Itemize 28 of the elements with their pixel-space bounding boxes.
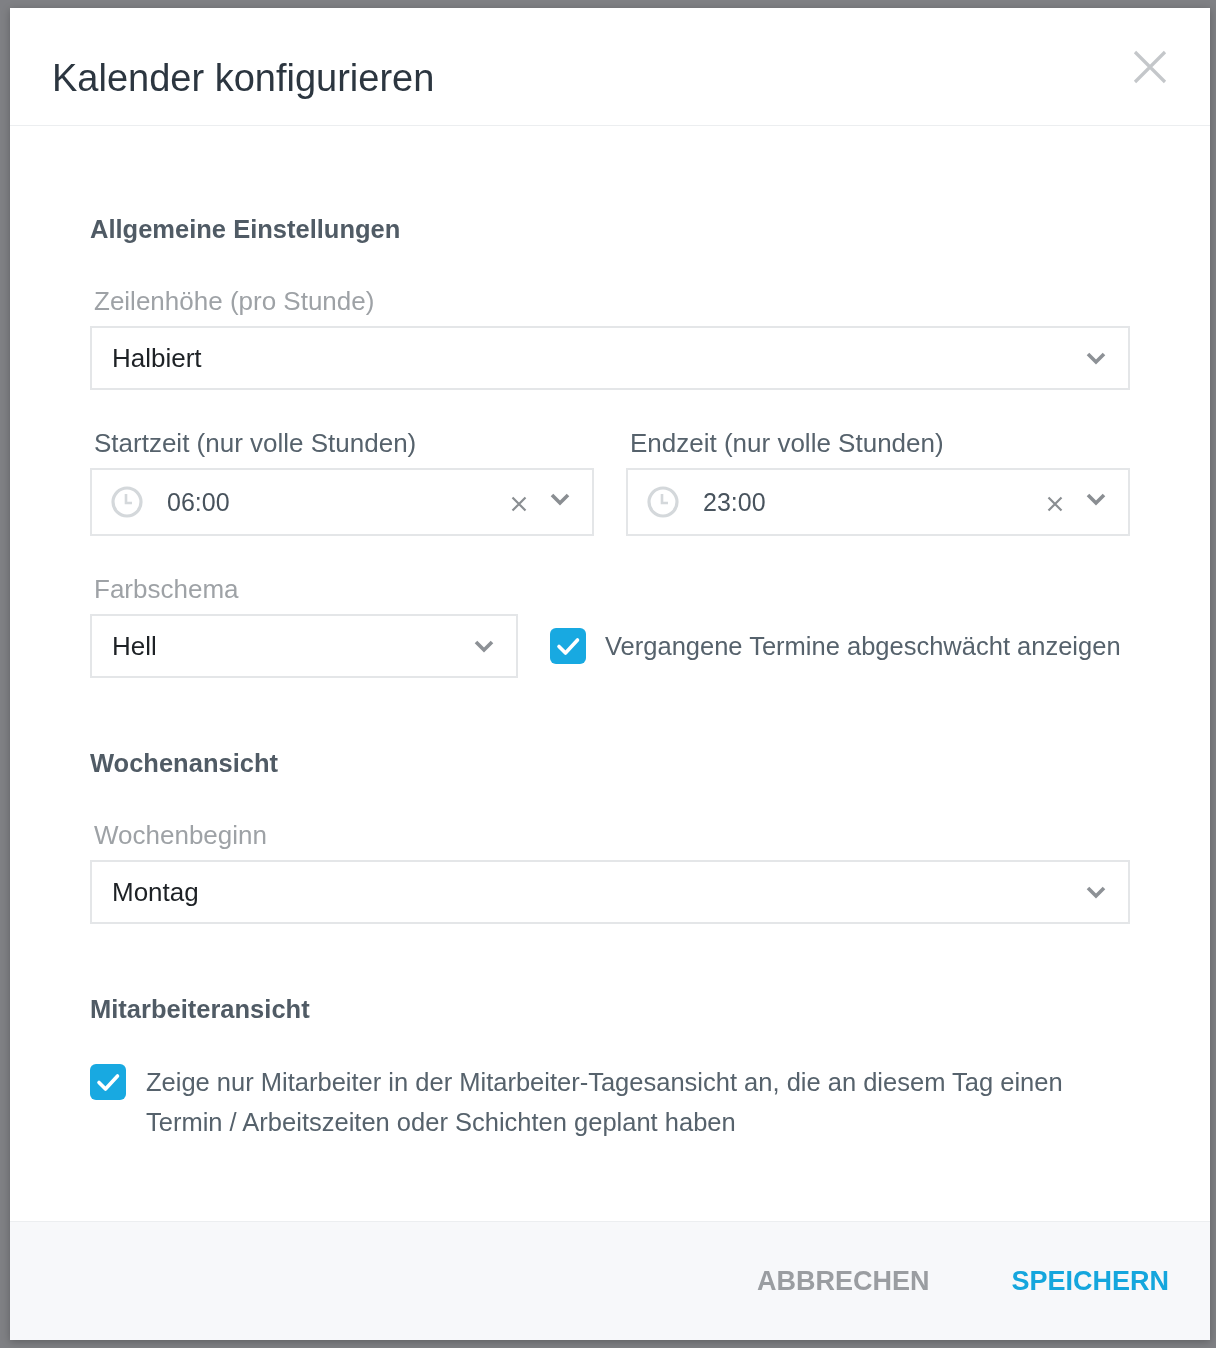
field-label: Farbschema xyxy=(93,574,240,604)
select-field[interactable]: Halbiert xyxy=(90,326,1130,390)
field-label: Zeilenhöhe (pro Stunde) xyxy=(93,286,376,316)
field-label: Endzeit (nur volle Stunden) xyxy=(629,428,945,458)
chevron-down-icon xyxy=(1086,492,1106,506)
dialog-title: Kalender konfigurieren xyxy=(52,58,435,98)
chevron-down-icon xyxy=(1086,351,1106,365)
checkbox[interactable] xyxy=(550,628,586,664)
time-field[interactable]: 06:00 xyxy=(90,468,594,536)
section-heading: Mitarbeiteransicht xyxy=(90,994,311,1024)
section-heading: Allgemeine Einstellungen xyxy=(90,214,402,244)
clock-icon xyxy=(647,486,679,518)
field-label: Wochenbeginn xyxy=(93,820,268,850)
chevron-down-icon xyxy=(550,492,570,506)
clock-icon xyxy=(111,486,143,518)
checkbox-label: Vergangene Termine abgeschwächt anzeigen xyxy=(605,631,1121,662)
field-label: Startzeit (nur volle Stunden) xyxy=(93,428,418,458)
select-field[interactable]: Montag xyxy=(90,860,1130,924)
select-field[interactable]: Hell xyxy=(90,614,518,678)
clear-icon[interactable] xyxy=(511,496,527,512)
chevron-down-icon xyxy=(1086,885,1106,899)
close-icon[interactable] xyxy=(1133,50,1167,84)
section-heading: Wochenansicht xyxy=(90,748,279,778)
clear-icon[interactable] xyxy=(1047,496,1063,512)
time-field[interactable]: 23:00 xyxy=(626,468,1130,536)
checkbox[interactable] xyxy=(90,1064,126,1100)
checkbox-label: Zeige nur Mitarbeiter in der Mitarbeiter-Tagesansicht an, die an diesem Tag einen Termin / Arbeitszeiten oder Schichten geplant haben xyxy=(146,1067,1064,1138)
chevron-down-icon xyxy=(474,639,494,653)
